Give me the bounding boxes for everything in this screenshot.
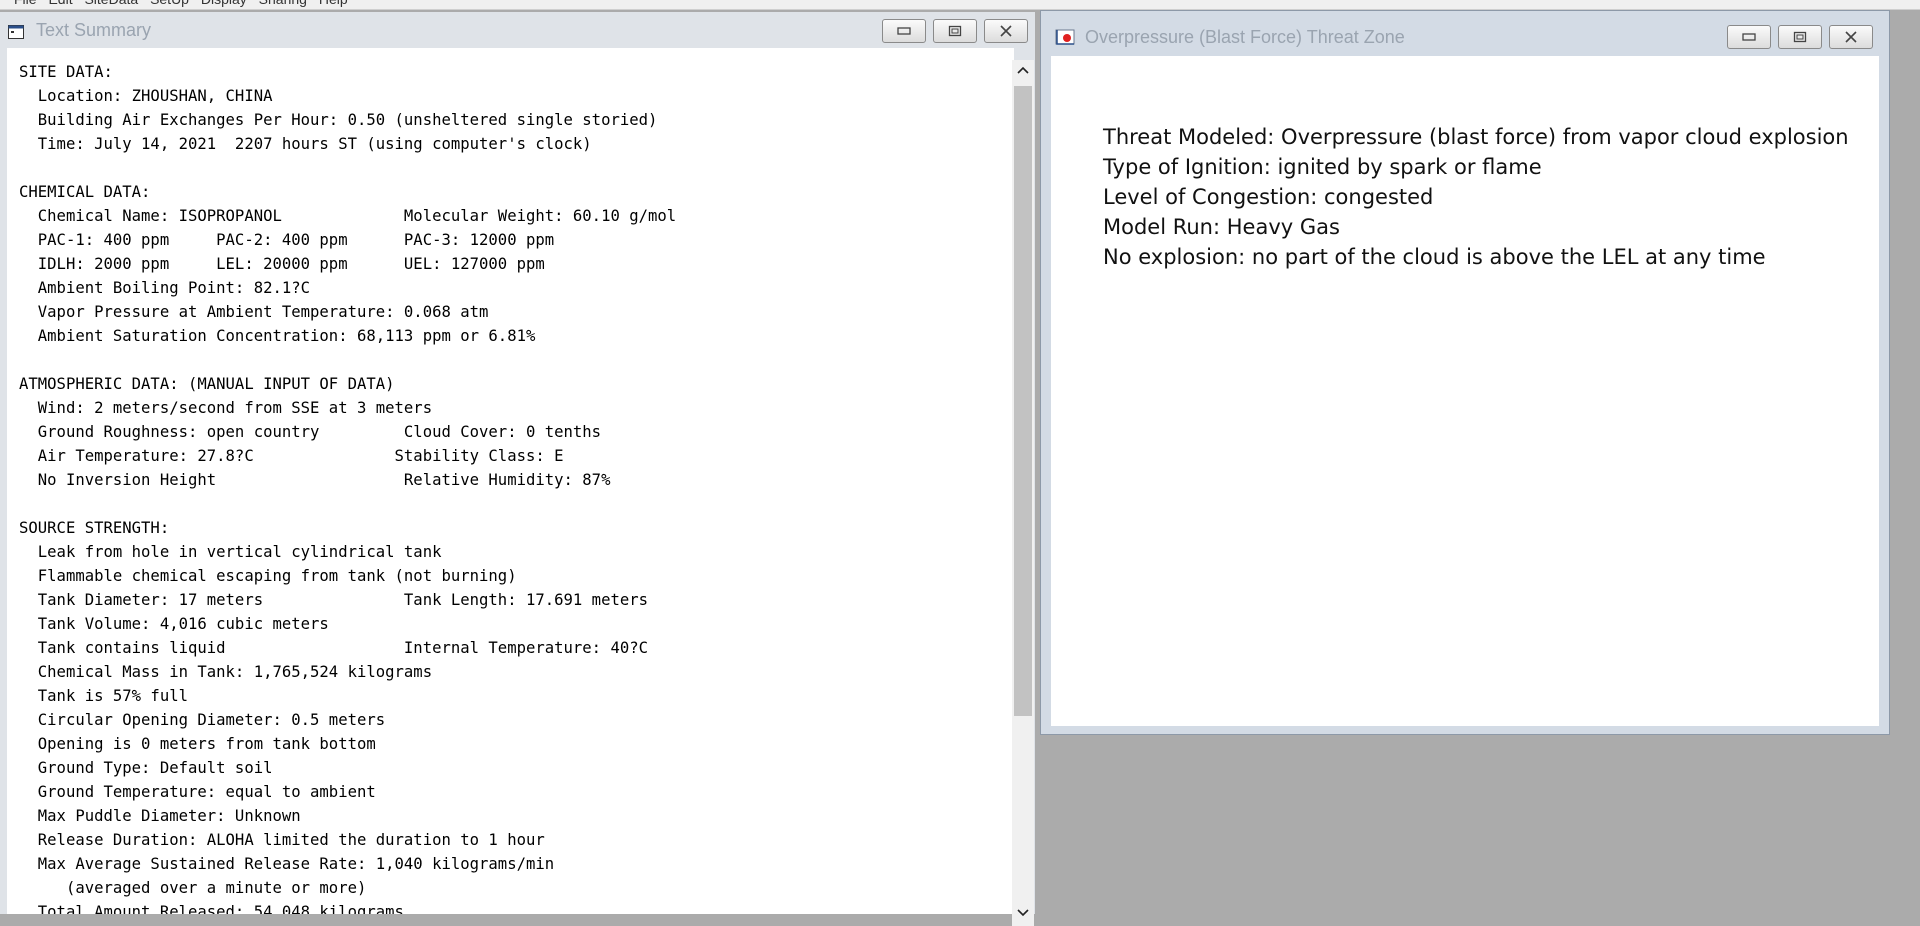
summary-line: ATMOSPHERIC DATA: (MANUAL INPUT OF DATA) bbox=[19, 375, 395, 393]
ignition-type-line: Type of Ignition: ignited by spark or fl… bbox=[1103, 155, 1542, 179]
maximize-icon bbox=[1793, 31, 1807, 43]
model-run-line: Model Run: Heavy Gas bbox=[1103, 215, 1340, 239]
summary-line: Time: July 14, 2021 2207 hours ST (using… bbox=[37, 135, 592, 153]
maximize-button[interactable] bbox=[933, 19, 977, 43]
summary-line: Leak from hole in vertical cylindrical t… bbox=[37, 543, 442, 561]
summary-line: Release Duration: ALOHA limited the dura… bbox=[37, 831, 545, 849]
scroll-down-button[interactable] bbox=[1012, 903, 1034, 923]
threat-zone-icon bbox=[1055, 29, 1075, 45]
maximize-icon bbox=[948, 25, 962, 37]
minimize-icon bbox=[1742, 33, 1756, 41]
summary-line: Opening is 0 meters from tank bottom bbox=[37, 735, 376, 753]
vertical-scrollbar[interactable] bbox=[1012, 60, 1034, 926]
summary-line: Max Puddle Diameter: Unknown bbox=[37, 807, 301, 825]
summary-line: Tank contains liquid Internal Temperatur… bbox=[37, 639, 649, 657]
summary-line: CHEMICAL DATA: bbox=[19, 183, 151, 201]
minimize-button[interactable] bbox=[882, 19, 926, 43]
scroll-thumb[interactable] bbox=[1014, 86, 1032, 716]
summary-line: Circular Opening Diameter: 0.5 meters bbox=[37, 711, 386, 729]
menu-item[interactable]: Display bbox=[201, 0, 259, 7]
summary-line: Flammable chemical escaping from tank (n… bbox=[37, 567, 517, 585]
summary-line: No Inversion Height Relative Humidity: 8… bbox=[37, 471, 611, 489]
summary-text: SITE DATA: Location: ZHOUSHAN, CHINA Bui… bbox=[7, 48, 1014, 914]
summary-line: Chemical Name: ISOPROPANOL Molecular Wei… bbox=[37, 207, 677, 225]
menu-item[interactable]: Edit bbox=[48, 0, 84, 7]
summary-line: Tank is 57% full bbox=[37, 687, 188, 705]
threat-modeled-line: Threat Modeled: Overpressure (blast forc… bbox=[1103, 125, 1849, 149]
text-summary-window: Text Summary SITE DATA: Location: ZHOUSH… bbox=[0, 12, 1035, 926]
menu-item[interactable]: Sharing bbox=[259, 0, 319, 7]
text-summary-content[interactable]: SITE DATA: Location: ZHOUSHAN, CHINA Bui… bbox=[7, 48, 1014, 914]
close-button[interactable] bbox=[984, 19, 1028, 43]
summary-line: Total Amount Released: 54,048 kilograms bbox=[37, 903, 404, 914]
summary-line: Location: ZHOUSHAN, CHINA bbox=[37, 87, 273, 105]
summary-line: Ambient Saturation Concentration: 68,113… bbox=[37, 327, 536, 345]
summary-line: Vapor Pressure at Ambient Temperature: 0… bbox=[37, 303, 489, 321]
summary-line: Ground Temperature: equal to ambient bbox=[37, 783, 376, 801]
close-icon bbox=[1000, 25, 1012, 37]
scroll-up-button[interactable] bbox=[1012, 60, 1034, 80]
summary-line: Air Temperature: 27.8?C Stability Class:… bbox=[37, 447, 564, 465]
summary-line: SOURCE STRENGTH: bbox=[19, 519, 170, 537]
summary-line: Tank Volume: 4,016 cubic meters bbox=[37, 615, 329, 633]
summary-line: (averaged over a minute or more) bbox=[65, 879, 367, 897]
summary-line: Building Air Exchanges Per Hour: 0.50 (u… bbox=[37, 111, 658, 129]
menu-item[interactable]: File bbox=[14, 0, 48, 7]
close-icon bbox=[1845, 31, 1857, 43]
threat-zone-text: Threat Modeled: Overpressure (blast forc… bbox=[1103, 122, 1849, 272]
summary-line: IDLH: 2000 ppm LEL: 20000 ppm UEL: 12700… bbox=[37, 255, 545, 273]
text-summary-titlebar[interactable]: Text Summary bbox=[0, 12, 1035, 48]
summary-line: Ground Roughness: open country Cloud Cov… bbox=[37, 423, 602, 441]
overpressure-window: Overpressure (Blast Force) Threat Zone T… bbox=[1040, 10, 1890, 735]
close-button[interactable] bbox=[1829, 25, 1873, 49]
summary-line: Wind: 2 meters/second from SSE at 3 mete… bbox=[37, 399, 433, 417]
menu-item[interactable]: SetUp bbox=[150, 0, 201, 7]
window-title: Overpressure (Blast Force) Threat Zone bbox=[1085, 27, 1405, 47]
menu-items[interactable]: File Edit SiteData SetUp Display Sharing… bbox=[14, 0, 348, 7]
summary-line: Ground Type: Default soil bbox=[37, 759, 273, 777]
summary-line: Chemical Mass in Tank: 1,765,524 kilogra… bbox=[37, 663, 433, 681]
menu-bar: File Edit SiteData SetUp Display Sharing… bbox=[0, 0, 1920, 10]
summary-line: Max Average Sustained Release Rate: 1,04… bbox=[37, 855, 555, 873]
maximize-button[interactable] bbox=[1778, 25, 1822, 49]
document-icon bbox=[8, 25, 24, 39]
window-title: Text Summary bbox=[36, 20, 152, 40]
chevron-up-icon bbox=[1017, 66, 1029, 74]
overpressure-content[interactable]: Threat Modeled: Overpressure (blast forc… bbox=[1051, 56, 1879, 726]
summary-line: Tank Diameter: 17 meters Tank Length: 17… bbox=[37, 591, 649, 609]
minimize-button[interactable] bbox=[1727, 25, 1771, 49]
summary-line: PAC-1: 400 ppm PAC-2: 400 ppm PAC-3: 120… bbox=[37, 231, 555, 249]
menu-item[interactable]: SiteData bbox=[84, 0, 150, 7]
congestion-level-line: Level of Congestion: congested bbox=[1103, 185, 1434, 209]
menu-item[interactable]: Help bbox=[319, 0, 348, 7]
overpressure-titlebar[interactable]: Overpressure (Blast Force) Threat Zone bbox=[1041, 11, 1889, 49]
explosion-result-line: No explosion: no part of the cloud is ab… bbox=[1103, 245, 1766, 269]
summary-line: Ambient Boiling Point: 82.1?C bbox=[37, 279, 311, 297]
summary-line: SITE DATA: bbox=[19, 63, 113, 81]
minimize-icon bbox=[897, 27, 911, 35]
chevron-down-icon bbox=[1017, 909, 1029, 917]
